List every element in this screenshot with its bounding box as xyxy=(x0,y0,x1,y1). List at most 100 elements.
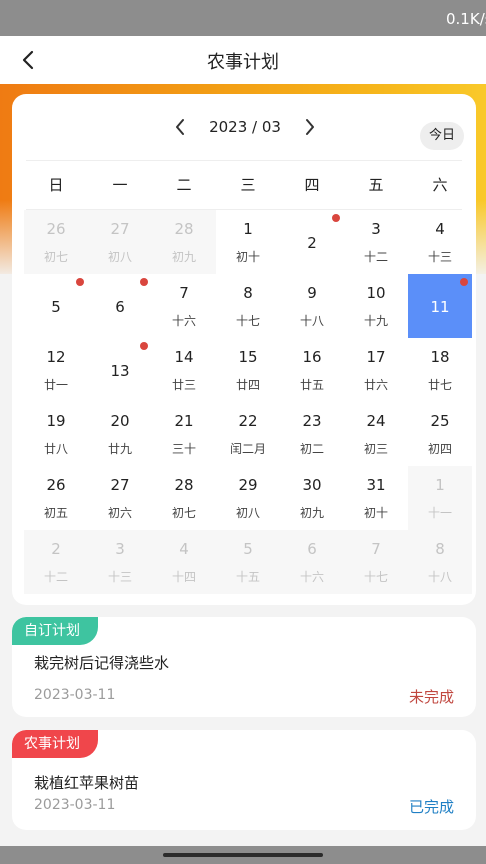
calendar-day[interactable]: 6 十六 xyxy=(280,530,344,594)
day-number: 2 xyxy=(307,234,317,252)
calendar-day[interactable]: 30 初九 xyxy=(280,466,344,530)
next-month-button[interactable] xyxy=(296,114,322,140)
calendar-day[interactable]: 7 十六 xyxy=(152,274,216,338)
day-number: 21 xyxy=(174,412,194,430)
calendar-day[interactable]: 4 十四 xyxy=(152,530,216,594)
day-number: 17 xyxy=(366,348,386,366)
calendar-day[interactable]: 1 十一 xyxy=(408,466,472,530)
lunar-date: 廿四 xyxy=(235,378,260,392)
day-number: 29 xyxy=(238,476,258,494)
lunar-date: 廿九 xyxy=(107,442,132,456)
lunar-date: 初八 xyxy=(235,506,260,520)
calendar-day[interactable]: 7 十七 xyxy=(344,530,408,594)
calendar-day[interactable]: 16 廿五 xyxy=(280,338,344,402)
calendar-day[interactable]: 22 闰二月 xyxy=(216,402,280,466)
calendar-day[interactable]: 20 廿九 xyxy=(88,402,152,466)
calendar-day[interactable]: 14 廿三 xyxy=(152,338,216,402)
calendar-day[interactable]: 3 十二 xyxy=(344,210,408,274)
calendar-day[interactable]: 5 十五 xyxy=(216,530,280,594)
lunar-date: 初九 xyxy=(171,250,196,264)
plan-text: 栽植红苹果树苗 xyxy=(34,774,140,792)
lunar-date: 廿五 xyxy=(299,378,324,392)
calendar-day[interactable]: 31 初十 xyxy=(344,466,408,530)
calendar-day[interactable]: 2 xyxy=(280,210,344,274)
plan-card-farm[interactable]: 农事计划 栽植红苹果树苗 2023-03-11 已完成 xyxy=(12,730,476,830)
calendar-grid: 26 初七 27 初八 28 初九 1 初十 2 3 十二 4 十三 5 6 7 十六 8 十七 9 十八 10 十九 11 1… xyxy=(24,210,472,594)
lunar-date: 十二 xyxy=(43,570,68,584)
day-number: 5 xyxy=(51,298,61,316)
weekday-label: 四 xyxy=(304,176,320,194)
lunar-date: 初七 xyxy=(43,250,68,264)
weekday-label: 二 xyxy=(176,176,192,194)
calendar-day[interactable]: 5 xyxy=(24,274,88,338)
calendar-day[interactable]: 29 初八 xyxy=(216,466,280,530)
calendar-day[interactable]: 3 十三 xyxy=(88,530,152,594)
plan-text: 栽完树后记得浇些水 xyxy=(34,654,170,672)
calendar-card: 2023 / 03 今日 日 一 二 三 四 五 六 26 初七 27 初八 28 初九 1… xyxy=(12,94,476,605)
calendar-day[interactable]: 18 廿七 xyxy=(408,338,472,402)
day-number: 6 xyxy=(307,540,317,558)
calendar-day[interactable]: 21 三十 xyxy=(152,402,216,466)
day-number: 11 xyxy=(430,298,450,316)
status-bar: 0.1K/s xyxy=(0,0,486,36)
lunar-date: 廿八 xyxy=(43,442,68,456)
lunar-date: 十七 xyxy=(363,570,388,584)
day-number: 30 xyxy=(302,476,322,494)
calendar-day[interactable]: 4 十三 xyxy=(408,210,472,274)
lunar-date: 十九 xyxy=(363,314,388,328)
lunar-date: 十一 xyxy=(427,506,452,520)
day-number: 2 xyxy=(51,540,61,558)
calendar-day[interactable]: 27 初八 xyxy=(88,210,152,274)
calendar-day[interactable]: 19 廿八 xyxy=(24,402,88,466)
day-number: 8 xyxy=(243,284,253,302)
day-number: 27 xyxy=(110,476,130,494)
calendar-day[interactable]: 23 初二 xyxy=(280,402,344,466)
today-button[interactable]: 今日 xyxy=(420,122,464,150)
day-number: 28 xyxy=(174,220,194,238)
calendar-day[interactable]: 28 初七 xyxy=(152,466,216,530)
lunar-date: 十六 xyxy=(299,570,324,584)
calendar-day[interactable]: 12 廿一 xyxy=(24,338,88,402)
calendar-day[interactable]: 26 初七 xyxy=(24,210,88,274)
calendar-day[interactable]: 2 十二 xyxy=(24,530,88,594)
lunar-date: 廿三 xyxy=(171,378,196,392)
calendar-day[interactable]: 28 初九 xyxy=(152,210,216,274)
calendar-day[interactable]: 1 初十 xyxy=(216,210,280,274)
chevron-left-icon xyxy=(176,119,184,135)
plan-card-custom[interactable]: 自订计划 栽完树后记得浇些水 2023-03-11 未完成 xyxy=(12,617,476,717)
day-number: 15 xyxy=(238,348,258,366)
lunar-date: 初十 xyxy=(235,250,260,264)
day-number: 3 xyxy=(371,220,381,238)
calendar-day[interactable]: 9 十八 xyxy=(280,274,344,338)
day-number: 14 xyxy=(174,348,194,366)
calendar-day[interactable]: 24 初三 xyxy=(344,402,408,466)
calendar-day[interactable]: 15 廿四 xyxy=(216,338,280,402)
event-dot xyxy=(140,342,148,350)
calendar-day[interactable]: 17 廿六 xyxy=(344,338,408,402)
lunar-date: 十三 xyxy=(107,570,132,584)
calendar-day[interactable]: 13 xyxy=(88,338,152,402)
calendar-day[interactable]: 8 十七 xyxy=(216,274,280,338)
event-dot xyxy=(140,278,148,286)
lunar-date: 十八 xyxy=(427,570,452,584)
lunar-date: 十七 xyxy=(235,314,260,328)
lunar-date: 廿六 xyxy=(363,378,388,392)
calendar-day[interactable]: 10 十九 xyxy=(344,274,408,338)
prev-month-button[interactable] xyxy=(168,114,194,140)
day-number: 8 xyxy=(435,540,445,558)
day-number: 22 xyxy=(238,412,258,430)
event-dot xyxy=(76,278,84,286)
weekday-label: 六 xyxy=(432,176,448,194)
home-indicator[interactable] xyxy=(163,853,323,857)
app-header: 农事计划 xyxy=(0,36,486,84)
lunar-date: 十四 xyxy=(171,570,196,584)
calendar-day[interactable]: 26 初五 xyxy=(24,466,88,530)
calendar-day[interactable]: 6 xyxy=(88,274,152,338)
calendar-day[interactable]: 8 十八 xyxy=(408,530,472,594)
calendar-day-selected[interactable]: 11 xyxy=(408,274,472,338)
plan-date: 2023-03-11 xyxy=(34,687,116,703)
day-number: 25 xyxy=(430,412,450,430)
plan-tag: 农事计划 xyxy=(12,730,98,758)
calendar-day[interactable]: 25 初四 xyxy=(408,402,472,466)
calendar-day[interactable]: 27 初六 xyxy=(88,466,152,530)
